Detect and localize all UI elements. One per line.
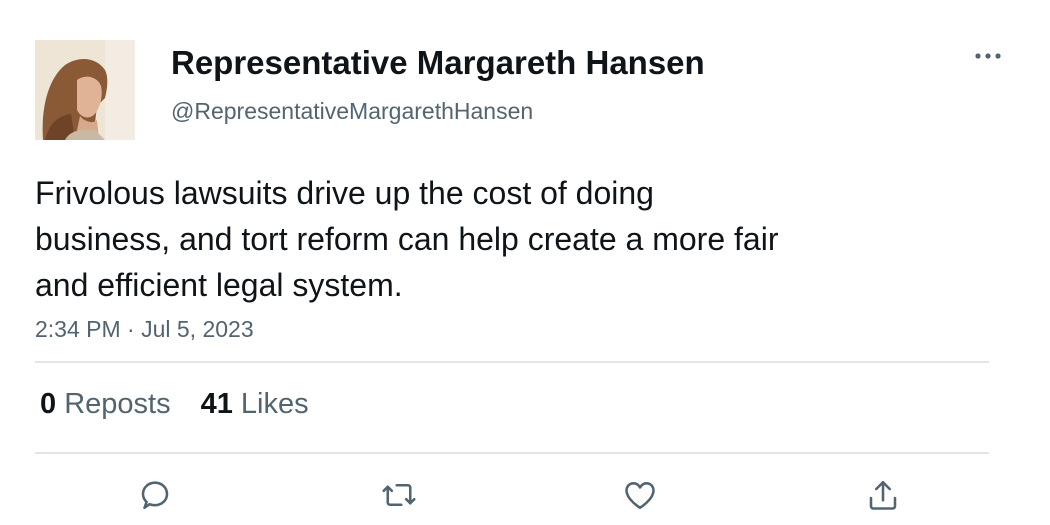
more-dots-icon (975, 53, 1001, 59)
likes-stat[interactable]: 41 Likes (201, 385, 309, 423)
speech-bubble-icon (141, 481, 169, 510)
divider (35, 452, 989, 454)
tweet-text: Frivolous lawsuits drive up the cost of … (35, 170, 915, 308)
reposts-stat[interactable]: 0 Reposts (40, 385, 171, 423)
tweet-text-line: business, and tort reform can help creat… (35, 221, 779, 257)
likes-label: Likes (240, 388, 309, 420)
divider (35, 361, 989, 363)
share-upload-icon (869, 480, 897, 510)
author-handle[interactable]: @RepresentativeMargarethHansen (171, 96, 533, 126)
more-options-button[interactable] (968, 42, 1008, 70)
tweet-text-line: Frivolous lawsuits drive up the cost of … (35, 175, 654, 211)
author-display-name[interactable]: Representative Margareth Hansen (171, 43, 705, 83)
share-button[interactable] (862, 475, 904, 515)
reply-button[interactable] (134, 475, 176, 515)
heart-icon (625, 482, 655, 510)
profile-photo (35, 40, 135, 140)
reposts-label: Reposts (64, 388, 171, 420)
like-button[interactable] (619, 475, 661, 515)
engagement-stats: 0 Reposts 41 Likes (40, 385, 309, 423)
tweet-timestamp[interactable]: 2:34 PM · Jul 5, 2023 (35, 314, 254, 344)
reposts-count: 0 (40, 388, 57, 420)
tweet-text-line: and efficient legal system. (35, 267, 403, 303)
repost-arrows-icon (382, 483, 416, 507)
likes-count: 41 (200, 388, 233, 420)
avatar[interactable] (35, 40, 135, 140)
repost-button[interactable] (378, 475, 420, 515)
